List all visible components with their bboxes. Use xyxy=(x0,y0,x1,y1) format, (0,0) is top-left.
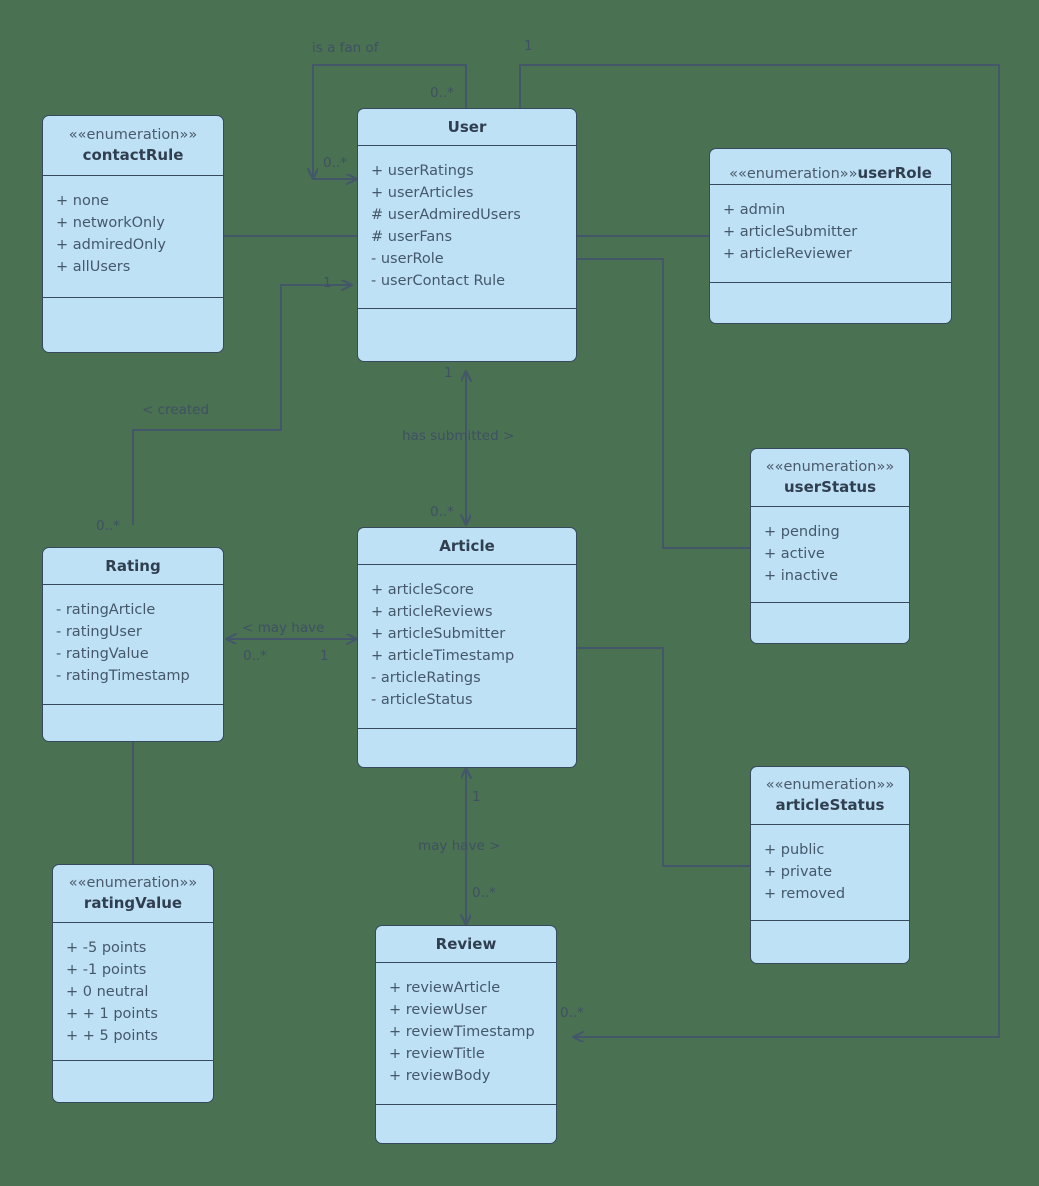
multiplicity-fan-top: 0..* xyxy=(430,85,454,101)
class-userstatus[interactable]: ««enumeration»» userStatus + pending + a… xyxy=(750,448,910,644)
attribute-row: # userFans xyxy=(371,229,453,246)
class-attributes: + userRatings + userArticles # userAdmir… xyxy=(358,146,576,309)
class-header: ««enumeration»» articleStatus xyxy=(751,767,909,825)
class-name-label: Article xyxy=(439,536,495,555)
multiplicity-fan-left: 0..* xyxy=(323,155,347,171)
attribute-row: + articleReviews xyxy=(371,604,493,621)
attribute-row: + networkOnly xyxy=(56,215,165,232)
stereotype-label: ««enumeration»» xyxy=(729,166,858,182)
class-header: Rating xyxy=(43,548,223,585)
attribute-row: + reviewTimestamp xyxy=(389,1024,535,1041)
edge-article-articlestatus xyxy=(577,647,750,867)
attribute-row: - ratingArticle xyxy=(56,602,156,618)
attribute-row: + none xyxy=(56,193,109,209)
attribute-row: + active xyxy=(764,546,825,563)
attribute-row: - articleStatus xyxy=(371,692,473,709)
attribute-row: - userContact Rule xyxy=(371,273,506,290)
attribute-row: + articleScore xyxy=(371,582,474,598)
attribute-row: + pending xyxy=(764,524,840,540)
attribute-row: + -1 points xyxy=(66,962,147,979)
class-attributes: + none + networkOnly + admiredOnly + all… xyxy=(43,176,223,298)
class-header: ««enumeration»» contactRule xyxy=(43,116,223,176)
stereotype-label: ««enumeration»» xyxy=(765,458,895,475)
attribute-row: + inactive xyxy=(764,568,839,585)
class-header: ««enumeration»» ratingValue xyxy=(53,865,213,923)
multiplicity-created-rating: 0..* xyxy=(96,518,120,534)
attribute-row: + reviewTitle xyxy=(389,1046,485,1063)
class-user[interactable]: User + userRatings + userArticles # user… xyxy=(357,108,577,362)
class-attributes: + public + private + removed xyxy=(751,825,909,921)
multiplicity-article-review-bottom: 0..* xyxy=(472,885,496,901)
attribute-row: + allUsers xyxy=(56,259,131,276)
class-attributes: + -5 points + -1 points + 0 neutral + + … xyxy=(53,923,213,1061)
attribute-row: + -5 points xyxy=(66,940,147,956)
attribute-row: - ratingUser xyxy=(56,624,142,641)
class-header: Article xyxy=(358,528,576,565)
attribute-row: + + 1 points xyxy=(66,1006,158,1023)
attribute-row: + admiredOnly xyxy=(56,237,166,254)
attribute-row: - articleRatings xyxy=(371,670,481,687)
class-attributes: + pending + active + inactive xyxy=(751,507,909,603)
class-header: Review xyxy=(376,926,556,963)
attribute-row: + userArticles xyxy=(371,185,474,202)
class-attributes: + reviewArticle + reviewUser + reviewTim… xyxy=(376,963,556,1105)
class-name-label: userRole xyxy=(857,164,932,182)
class-ratingvalue[interactable]: ««enumeration»» ratingValue + -5 points … xyxy=(52,864,214,1103)
class-header: User xyxy=(358,109,576,146)
attribute-row: + 0 neutral xyxy=(66,984,149,1001)
class-name-label: ratingValue xyxy=(83,894,183,913)
class-name-label: articleStatus xyxy=(775,796,885,815)
edge-label-created: < created xyxy=(142,402,210,418)
attribute-row: + public xyxy=(764,842,825,858)
class-review[interactable]: Review + reviewArticle + reviewUser + re… xyxy=(375,925,557,1144)
class-contactrule[interactable]: ««enumeration»» contactRule + none + net… xyxy=(42,115,224,353)
class-header: ««enumeration»»userRole xyxy=(710,149,951,185)
edge-label-may-have-left: < may have xyxy=(242,620,325,636)
class-article[interactable]: Article + articleScore + articleReviews … xyxy=(357,527,577,768)
diagram-canvas: ««enumeration»» contactRule + none + net… xyxy=(0,0,1039,1186)
class-attributes: + articleScore + articleReviews + articl… xyxy=(358,565,576,729)
multiplicity-review-user: 0..* xyxy=(560,1005,584,1021)
attribute-row: + + 5 points xyxy=(66,1028,158,1045)
class-userrole[interactable]: ««enumeration»»userRole + admin + articl… xyxy=(709,148,952,324)
edge-label-has-submitted: has submitted > xyxy=(402,428,515,444)
attribute-row: - ratingTimestamp xyxy=(56,668,190,685)
attribute-row: - userRole xyxy=(371,251,444,268)
class-name-label: User xyxy=(447,117,487,136)
attribute-row: + reviewBody xyxy=(389,1068,491,1085)
class-name-label: Rating xyxy=(105,556,161,575)
multiplicity-article-side: 1 xyxy=(320,648,329,664)
attribute-row: + private xyxy=(764,864,833,881)
multiplicity-submitted-user: 1 xyxy=(444,365,453,381)
attribute-row: + removed xyxy=(764,886,846,903)
class-attributes: + admin + articleSubmitter + articleRevi… xyxy=(710,185,951,283)
attribute-row: + reviewArticle xyxy=(389,980,501,996)
class-header: ««enumeration»» userStatus xyxy=(751,449,909,507)
multiplicity-submitted-article: 0..* xyxy=(430,504,454,520)
attribute-row: - ratingValue xyxy=(56,646,149,663)
class-attributes: - ratingArticle - ratingUser - ratingVal… xyxy=(43,585,223,705)
attribute-row: + articleSubmitter xyxy=(723,224,858,241)
stereotype-label: ««enumeration»» xyxy=(68,126,198,143)
attribute-row: + userRatings xyxy=(371,163,474,179)
multiplicity-user-top-right: 1 xyxy=(524,38,533,54)
multiplicity-rating-side: 0..* xyxy=(243,648,267,664)
attribute-row: + articleTimestamp xyxy=(371,648,515,665)
edge-label-may-have-down: may have > xyxy=(418,838,501,854)
attribute-row: + articleReviewer xyxy=(723,246,852,263)
stereotype-label: ««enumeration»» xyxy=(765,776,895,793)
class-name-label: userStatus xyxy=(783,478,877,497)
attribute-row: + articleSubmitter xyxy=(371,626,506,643)
class-name-label: Review xyxy=(435,934,497,953)
attribute-row: # userAdmiredUsers xyxy=(371,207,521,224)
class-rating[interactable]: Rating - ratingArticle - ratingUser - ra… xyxy=(42,547,224,742)
multiplicity-created-user: 1 xyxy=(323,275,332,291)
attribute-row: + admin xyxy=(723,202,786,218)
class-name-label: contactRule xyxy=(82,146,184,165)
attribute-row: + reviewUser xyxy=(389,1002,487,1019)
stereotype-label: ««enumeration»» xyxy=(68,874,198,891)
edge-label-is-a-fan-of: is a fan of xyxy=(312,40,379,56)
multiplicity-article-review-top: 1 xyxy=(472,789,481,805)
class-articlestatus[interactable]: ««enumeration»» articleStatus + public +… xyxy=(750,766,910,964)
